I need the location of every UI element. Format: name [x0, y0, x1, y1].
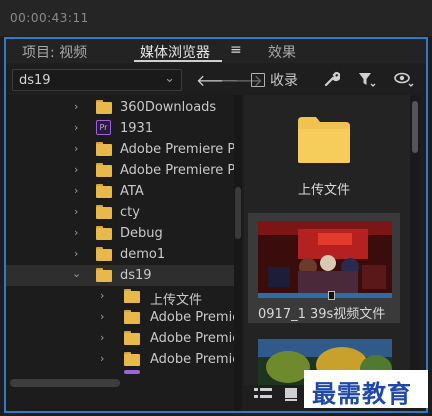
eye-icon[interactable]: [394, 71, 414, 91]
tree-item-label: demo1: [120, 247, 166, 262]
folder-icon: [124, 310, 140, 324]
scrollbar-thumb[interactable]: [412, 101, 418, 153]
tree-horizontal-scrollbar[interactable]: [10, 379, 120, 387]
tree-item-adobe-premie-2[interactable]: › Adobe Premie: [6, 328, 236, 349]
premiere-project-icon: Pr: [96, 120, 111, 135]
folder-icon: [298, 117, 350, 163]
ingest-checkbox[interactable]: [251, 73, 265, 87]
thumbnail-video-0917[interactable]: 0917_1 39s视频文件: [248, 213, 400, 323]
folder-icon: [124, 289, 140, 303]
media-browser-panel: 项目: 视频 媒体浏览器 ≡ 效果 ds19 ⌄ 🡐 🡒 收录 › 360Dow…: [4, 37, 428, 413]
chevron-right-icon[interactable]: ›: [100, 289, 104, 302]
folder-icon: [96, 268, 112, 282]
wrench-icon[interactable]: [324, 71, 341, 91]
tab-media-browser[interactable]: 媒体浏览器: [140, 42, 210, 62]
tree-item-debug[interactable]: › Debug: [6, 223, 234, 244]
browser-toolbar: ds19 ⌄ 🡐 🡒 收录: [6, 67, 426, 93]
chevron-right-icon[interactable]: ›: [74, 247, 78, 260]
location-value: ds19: [19, 73, 51, 88]
ingest-label: 收录: [270, 73, 298, 89]
folder-icon: [96, 163, 112, 177]
tree-item-adobe-premiere-2[interactable]: › Adobe Premiere Pr: [6, 160, 236, 181]
chevron-right-icon[interactable]: ›: [100, 352, 104, 365]
tree-item-label: 1931: [120, 121, 154, 136]
folder-icon: [96, 184, 112, 198]
folder-icon: [96, 142, 112, 156]
chevron-right-icon[interactable]: ›: [74, 100, 78, 113]
thumbnail-upload-folder[interactable]: 上传文件: [248, 99, 400, 205]
active-tab-indicator: [134, 60, 222, 62]
folder-icon: [124, 331, 140, 345]
tree-item-adobe-premiere-1[interactable]: › Adobe Premiere Pr: [6, 139, 236, 160]
chevron-down-icon[interactable]: ⌄: [72, 267, 81, 280]
tree-vertical-scrollbar[interactable]: [234, 95, 242, 411]
chevron-right-icon[interactable]: ›: [74, 163, 78, 176]
panel-tab-bar: 项目: 视频 媒体浏览器 ≡ 效果: [6, 39, 426, 63]
tree-item-label: Adobe Premie: [150, 331, 236, 346]
watermark-text: 最需教育: [312, 379, 412, 408]
thumbnail-label: 0917_1 39s视频文件: [258, 307, 386, 322]
tree-item-adobe-premie-3[interactable]: › Adobe Premie: [6, 349, 236, 370]
chevron-right-icon[interactable]: ›: [74, 184, 78, 197]
tree-item-ds19[interactable]: ⌄ ds19: [6, 265, 234, 286]
icon-view-icon[interactable]: [284, 387, 298, 405]
folder-icon: [96, 247, 112, 261]
location-dropdown[interactable]: ds19 ⌄: [12, 69, 182, 91]
tree-item-upload-files[interactable]: › 上传文件: [6, 286, 234, 308]
chevron-right-icon[interactable]: ›: [100, 310, 104, 323]
tab-effects[interactable]: 效果: [268, 42, 296, 62]
tree-item-label: 上传文件: [150, 293, 203, 308]
tree-item-label: cty: [120, 205, 140, 220]
tree-item-demo1[interactable]: › demo1: [6, 244, 234, 265]
tree-item-label: Debug: [120, 226, 163, 241]
tree-item-1931[interactable]: › Pr 1931: [6, 118, 234, 139]
folder-icon: [96, 226, 112, 240]
tab-project[interactable]: 项目: 视频: [22, 42, 87, 62]
playhead-track[interactable]: [258, 291, 392, 300]
chevron-right-icon[interactable]: ›: [74, 121, 78, 134]
playhead-handle[interactable]: [327, 291, 335, 300]
chevron-right-icon[interactable]: ›: [74, 142, 78, 155]
list-view-icon[interactable]: [254, 387, 272, 405]
tree-item-label: ds19: [120, 268, 152, 283]
tree-item-label: Adobe Premiere Pr: [120, 142, 236, 157]
tree-item-label: Adobe Premiere Pr: [120, 163, 236, 178]
tree-item-360downloads[interactable]: › 360Downloads: [6, 97, 234, 118]
video-preview: [258, 221, 392, 293]
grid-vertical-scrollbar[interactable]: [410, 95, 420, 411]
folder-tree: › 360Downloads › Pr 1931 › Adobe Premier…: [6, 95, 236, 411]
timeline-header: 00:00:43:11: [0, 0, 432, 36]
premiere-project-icon: [124, 370, 140, 374]
tree-item-label: 360Downloads: [120, 100, 217, 115]
chevron-right-icon[interactable]: ›: [100, 331, 104, 344]
tree-item-ata[interactable]: › ATA: [6, 181, 234, 202]
tree-item-label: ATA: [120, 184, 144, 199]
hamburger-icon[interactable]: ≡: [230, 42, 242, 58]
scrollbar-thumb[interactable]: [235, 187, 241, 239]
tree-item-label: Adobe Premie: [150, 310, 236, 325]
chevron-right-icon[interactable]: ›: [74, 205, 78, 218]
folder-icon: [96, 205, 112, 219]
watermark-logo: 最需教育: [304, 370, 428, 408]
folder-icon: [124, 352, 140, 366]
tree-item-cty[interactable]: › cty: [6, 202, 234, 223]
tree-item-adobe-premie-1[interactable]: › Adobe Premie: [6, 307, 236, 328]
timecode-display: 00:00:43:11: [10, 11, 89, 25]
thumbnail-label: 上传文件: [298, 183, 351, 198]
folder-icon: [96, 100, 112, 114]
filter-icon[interactable]: [358, 71, 376, 91]
chevron-down-icon: ⌄: [164, 71, 175, 86]
chevron-right-icon[interactable]: ›: [74, 226, 78, 239]
tree-item-label: Adobe Premie: [150, 352, 236, 367]
media-thumbnail-grid: 上传文件 0917_1 39s视频文件: [244, 95, 410, 385]
